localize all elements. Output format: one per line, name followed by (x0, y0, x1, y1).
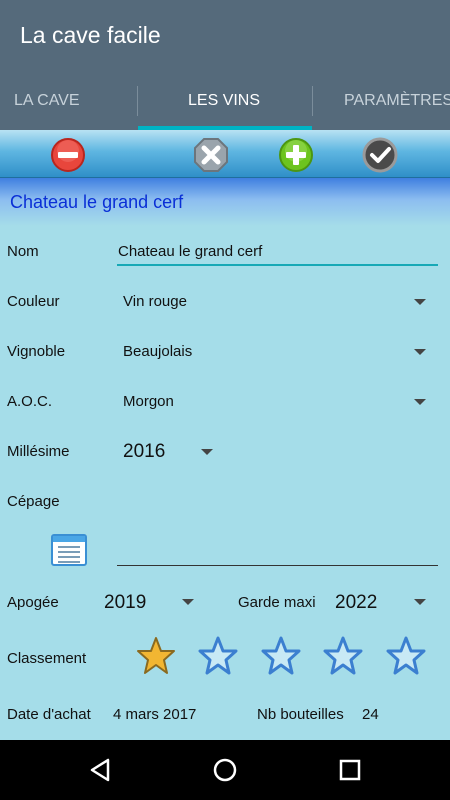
add-button[interactable] (278, 137, 314, 173)
apogee-select[interactable]: 2019 (104, 592, 146, 614)
couleur-dropdown-icon[interactable] (414, 299, 426, 305)
app-bar: La cave facile LA CAVE LES VINS PARAMÈTR… (0, 0, 450, 130)
back-icon[interactable] (86, 756, 114, 784)
aoc-label: A.O.C. (7, 393, 53, 410)
star-icon[interactable] (198, 636, 238, 676)
cancel-button[interactable] (193, 137, 229, 173)
aoc-dropdown-icon[interactable] (414, 399, 426, 405)
garde-maxi-dropdown-icon[interactable] (414, 599, 426, 605)
tab-divider (312, 86, 313, 116)
vignoble-dropdown-icon[interactable] (414, 349, 426, 355)
home-icon[interactable] (211, 756, 239, 784)
nb-bouteilles-value[interactable]: 24 (362, 706, 379, 723)
aoc-select[interactable]: Morgon (123, 393, 174, 410)
classement-label: Classement (7, 650, 87, 667)
star-icon[interactable] (136, 636, 176, 676)
notes-icon-line (58, 546, 80, 548)
tab-parametres[interactable]: PARAMÈTRES (344, 72, 450, 130)
tab-divider (137, 86, 138, 116)
apogee-label: Apogée (7, 594, 59, 611)
nom-input[interactable]: Chateau le grand cerf (118, 243, 262, 260)
notes-icon-line (58, 551, 80, 553)
system-navigation-bar (0, 740, 450, 800)
app-title: La cave facile (20, 22, 161, 48)
notes-icon-line (58, 561, 80, 563)
star-icon[interactable] (261, 636, 301, 676)
nom-label: Nom (7, 243, 39, 260)
wine-header: Chateau le grand cerf (0, 178, 450, 226)
couleur-label: Couleur (7, 293, 60, 310)
tab-les-vins[interactable]: LES VINS (188, 72, 260, 130)
notes-list-icon[interactable] (51, 534, 87, 566)
millesime-dropdown-icon[interactable] (201, 449, 213, 455)
notes-icon-line (58, 556, 80, 558)
star-icon[interactable] (323, 636, 363, 676)
apogee-dropdown-icon[interactable] (182, 599, 194, 605)
vignoble-label: Vignoble (7, 343, 66, 360)
garde-maxi-select[interactable]: 2022 (335, 592, 377, 614)
validate-button[interactable] (362, 137, 398, 173)
date-achat-value[interactable]: 4 mars 2017 (113, 706, 196, 723)
wine-header-name: Chateau le grand cerf (10, 192, 184, 212)
action-toolbar (0, 130, 450, 178)
notes-icon-header (53, 536, 85, 542)
cepage-label: Cépage (7, 493, 60, 510)
date-achat-label: Date d'achat (7, 706, 91, 723)
star-icon[interactable] (386, 636, 426, 676)
recents-icon[interactable] (336, 756, 364, 784)
tab-bar: LA CAVE LES VINS PARAMÈTRES (0, 72, 450, 130)
millesime-select[interactable]: 2016 (123, 441, 165, 463)
millesime-label: Millésime (7, 443, 70, 460)
nb-bouteilles-label: Nb bouteilles (257, 706, 344, 723)
vignoble-select[interactable]: Beaujolais (123, 343, 192, 360)
tab-la-cave[interactable]: LA CAVE (14, 72, 80, 130)
delete-button[interactable] (50, 137, 86, 173)
garde-maxi-label: Garde maxi (238, 594, 316, 611)
couleur-select[interactable]: Vin rouge (123, 293, 187, 310)
nom-underline (117, 264, 438, 266)
cepage-underline (117, 565, 438, 566)
